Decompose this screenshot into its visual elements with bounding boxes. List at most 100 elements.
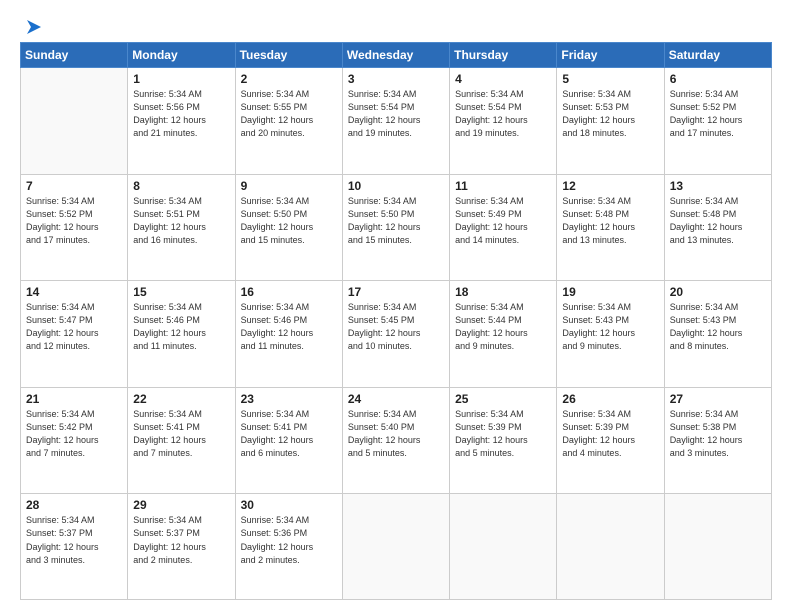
calendar-cell: 11 Sunrise: 5:34 AM Sunset: 5:49 PM Dayli… xyxy=(450,174,557,281)
day-number: 9 xyxy=(241,179,337,193)
cell-info: Sunrise: 5:34 AM Sunset: 5:53 PM Dayligh… xyxy=(562,88,658,140)
day-number: 25 xyxy=(455,392,551,406)
calendar-cell: 28 Sunrise: 5:34 AM Sunset: 5:37 PM Dayli… xyxy=(21,494,128,600)
calendar-cell: 19 Sunrise: 5:34 AM Sunset: 5:43 PM Dayli… xyxy=(557,281,664,388)
cell-info: Sunrise: 5:34 AM Sunset: 5:44 PM Dayligh… xyxy=(455,301,551,353)
cell-info: Sunrise: 5:34 AM Sunset: 5:46 PM Dayligh… xyxy=(133,301,229,353)
day-number: 11 xyxy=(455,179,551,193)
calendar-week-row: 1 Sunrise: 5:34 AM Sunset: 5:56 PM Daylig… xyxy=(21,68,772,175)
calendar-cell: 25 Sunrise: 5:34 AM Sunset: 5:39 PM Dayli… xyxy=(450,387,557,494)
calendar-cell xyxy=(664,494,771,600)
calendar-week-row: 14 Sunrise: 5:34 AM Sunset: 5:47 PM Dayli… xyxy=(21,281,772,388)
calendar-cell: 10Sunrise: 5:34 AM Sunset: 5:50 PM Dayli… xyxy=(342,174,449,281)
calendar-cell: 17Sunrise: 5:34 AM Sunset: 5:45 PM Dayli… xyxy=(342,281,449,388)
cell-info: Sunrise: 5:34 AM Sunset: 5:43 PM Dayligh… xyxy=(562,301,658,353)
calendar-cell: 22 Sunrise: 5:34 AM Sunset: 5:41 PM Dayli… xyxy=(128,387,235,494)
calendar-cell: 27 Sunrise: 5:34 AM Sunset: 5:38 PM Dayli… xyxy=(664,387,771,494)
cell-info: Sunrise: 5:34 AM Sunset: 5:55 PM Dayligh… xyxy=(241,88,337,140)
weekday-header: Saturday xyxy=(664,43,771,68)
day-number: 16 xyxy=(241,285,337,299)
day-number: 28 xyxy=(26,498,122,512)
cell-info: Sunrise: 5:34 AM Sunset: 5:39 PM Dayligh… xyxy=(562,408,658,460)
weekday-header: Thursday xyxy=(450,43,557,68)
day-number: 6 xyxy=(670,72,766,86)
calendar-cell: 12Sunrise: 5:34 AM Sunset: 5:48 PM Dayli… xyxy=(557,174,664,281)
day-number: 30 xyxy=(241,498,337,512)
day-number: 20 xyxy=(670,285,766,299)
calendar-cell: 23 Sunrise: 5:34 AM Sunset: 5:41 PM Dayli… xyxy=(235,387,342,494)
day-number: 13 xyxy=(670,179,766,193)
calendar-cell: 5 Sunrise: 5:34 AM Sunset: 5:53 PM Daylig… xyxy=(557,68,664,175)
day-number: 3 xyxy=(348,72,444,86)
calendar-cell: 1 Sunrise: 5:34 AM Sunset: 5:56 PM Daylig… xyxy=(128,68,235,175)
day-number: 17 xyxy=(348,285,444,299)
cell-info: Sunrise: 5:34 AM Sunset: 5:38 PM Dayligh… xyxy=(670,408,766,460)
cell-info: Sunrise: 5:34 AM Sunset: 5:48 PM Dayligh… xyxy=(670,195,766,247)
day-number: 7 xyxy=(26,179,122,193)
day-number: 4 xyxy=(455,72,551,86)
cell-info: Sunrise: 5:34 AM Sunset: 5:54 PM Dayligh… xyxy=(348,88,444,140)
cell-info: Sunrise: 5:34 AM Sunset: 5:46 PM Dayligh… xyxy=(241,301,337,353)
calendar-cell: 29 Sunrise: 5:34 AM Sunset: 5:37 PM Dayli… xyxy=(128,494,235,600)
logo xyxy=(20,18,44,32)
cell-info: Sunrise: 5:34 AM Sunset: 5:56 PM Dayligh… xyxy=(133,88,229,140)
calendar-cell: 14 Sunrise: 5:34 AM Sunset: 5:47 PM Dayli… xyxy=(21,281,128,388)
calendar-cell: 7 Sunrise: 5:34 AM Sunset: 5:52 PM Daylig… xyxy=(21,174,128,281)
calendar-week-row: 21 Sunrise: 5:34 AM Sunset: 5:42 PM Dayli… xyxy=(21,387,772,494)
weekday-header: Monday xyxy=(128,43,235,68)
calendar-cell: 16 Sunrise: 5:34 AM Sunset: 5:46 PM Dayli… xyxy=(235,281,342,388)
cell-info: Sunrise: 5:34 AM Sunset: 5:43 PM Dayligh… xyxy=(670,301,766,353)
day-number: 5 xyxy=(562,72,658,86)
day-number: 18 xyxy=(455,285,551,299)
calendar-cell: 8 Sunrise: 5:34 AM Sunset: 5:51 PM Daylig… xyxy=(128,174,235,281)
cell-info: Sunrise: 5:34 AM Sunset: 5:54 PM Dayligh… xyxy=(455,88,551,140)
calendar-cell xyxy=(450,494,557,600)
day-number: 26 xyxy=(562,392,658,406)
calendar-cell xyxy=(21,68,128,175)
day-number: 14 xyxy=(26,285,122,299)
day-number: 8 xyxy=(133,179,229,193)
day-number: 27 xyxy=(670,392,766,406)
calendar-cell: 2 Sunrise: 5:34 AM Sunset: 5:55 PM Daylig… xyxy=(235,68,342,175)
cell-info: Sunrise: 5:34 AM Sunset: 5:39 PM Dayligh… xyxy=(455,408,551,460)
day-number: 21 xyxy=(26,392,122,406)
cell-info: Sunrise: 5:34 AM Sunset: 5:41 PM Dayligh… xyxy=(241,408,337,460)
cell-info: Sunrise: 5:34 AM Sunset: 5:37 PM Dayligh… xyxy=(26,514,122,566)
cell-info: Sunrise: 5:34 AM Sunset: 5:36 PM Dayligh… xyxy=(241,514,337,566)
calendar-cell: 30 Sunrise: 5:34 AM Sunset: 5:36 PM Dayli… xyxy=(235,494,342,600)
calendar-table: SundayMondayTuesdayWednesdayThursdayFrid… xyxy=(20,42,772,600)
cell-info: Sunrise: 5:34 AM Sunset: 5:42 PM Dayligh… xyxy=(26,408,122,460)
cell-info: Sunrise: 5:34 AM Sunset: 5:51 PM Dayligh… xyxy=(133,195,229,247)
cell-info: Sunrise: 5:34 AM Sunset: 5:48 PM Dayligh… xyxy=(562,195,658,247)
calendar-cell: 6 Sunrise: 5:34 AM Sunset: 5:52 PM Daylig… xyxy=(664,68,771,175)
cell-info: Sunrise: 5:34 AM Sunset: 5:50 PM Dayligh… xyxy=(348,195,444,247)
cell-info: Sunrise: 5:34 AM Sunset: 5:50 PM Dayligh… xyxy=(241,195,337,247)
weekday-header: Sunday xyxy=(21,43,128,68)
page: SundayMondayTuesdayWednesdayThursdayFrid… xyxy=(0,0,792,612)
cell-info: Sunrise: 5:34 AM Sunset: 5:41 PM Dayligh… xyxy=(133,408,229,460)
cell-info: Sunrise: 5:34 AM Sunset: 5:47 PM Dayligh… xyxy=(26,301,122,353)
calendar-cell xyxy=(557,494,664,600)
calendar-cell: 18 Sunrise: 5:34 AM Sunset: 5:44 PM Dayli… xyxy=(450,281,557,388)
day-number: 2 xyxy=(241,72,337,86)
day-number: 24 xyxy=(348,392,444,406)
day-number: 15 xyxy=(133,285,229,299)
calendar-cell: 26 Sunrise: 5:34 AM Sunset: 5:39 PM Dayli… xyxy=(557,387,664,494)
calendar-cell: 20 Sunrise: 5:34 AM Sunset: 5:43 PM Dayli… xyxy=(664,281,771,388)
weekday-header: Friday xyxy=(557,43,664,68)
day-number: 1 xyxy=(133,72,229,86)
day-number: 22 xyxy=(133,392,229,406)
day-number: 19 xyxy=(562,285,658,299)
calendar-cell: 21 Sunrise: 5:34 AM Sunset: 5:42 PM Dayli… xyxy=(21,387,128,494)
calendar-cell: 13 Sunrise: 5:34 AM Sunset: 5:48 PM Dayli… xyxy=(664,174,771,281)
cell-info: Sunrise: 5:34 AM Sunset: 5:49 PM Dayligh… xyxy=(455,195,551,247)
cell-info: Sunrise: 5:34 AM Sunset: 5:52 PM Dayligh… xyxy=(26,195,122,247)
cell-info: Sunrise: 5:34 AM Sunset: 5:52 PM Dayligh… xyxy=(670,88,766,140)
day-number: 23 xyxy=(241,392,337,406)
calendar-cell: 4 Sunrise: 5:34 AM Sunset: 5:54 PM Daylig… xyxy=(450,68,557,175)
calendar-cell xyxy=(342,494,449,600)
cell-info: Sunrise: 5:34 AM Sunset: 5:37 PM Dayligh… xyxy=(133,514,229,566)
calendar-cell: 3 Sunrise: 5:34 AM Sunset: 5:54 PM Daylig… xyxy=(342,68,449,175)
calendar-week-row: 7 Sunrise: 5:34 AM Sunset: 5:52 PM Daylig… xyxy=(21,174,772,281)
day-number: 29 xyxy=(133,498,229,512)
